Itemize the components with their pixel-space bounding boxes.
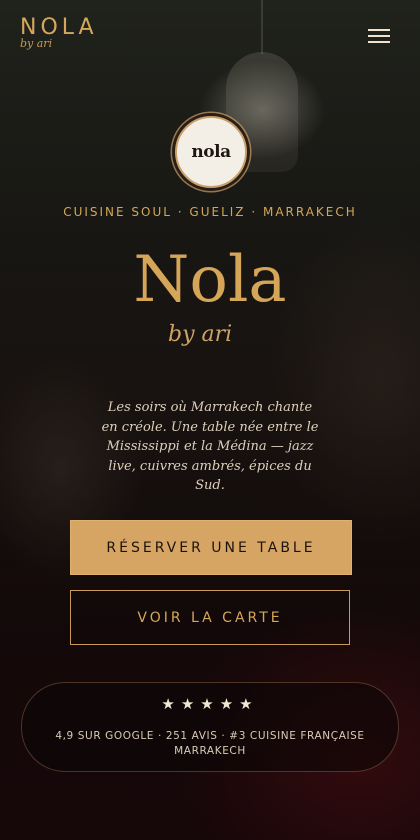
hero-title: Nola [133,243,287,317]
site-header: NOLA by ari [0,0,420,70]
hero-subtitle: by ari [168,322,233,347]
rating-card: ★★★★★ 4,9 SUR GOOGLE · 251 AVIS · #3 CUI… [21,682,399,772]
logo-tagline: by ari [20,37,53,50]
rating-line: 4,9 SUR GOOGLE · 251 AVIS · #3 CUISINE F… [55,730,365,742]
badge-text: nola [191,142,231,162]
nola-badge-logo: nola [175,116,247,188]
hamburger-menu-icon[interactable] [368,26,392,44]
hero-tagline: CUISINE SOUL · GUELIZ · MARRAKECH [63,205,357,219]
view-menu-button[interactable]: VOIR LA CARTE [70,590,350,645]
rating-location: MARRAKECH [174,745,246,757]
rating-summary: 4,9 SUR GOOGLE · 251 AVIS · #3 CUISINE F… [42,729,378,759]
star-rating-icon: ★★★★★ [161,695,259,713]
hero-intro: Les soirs où Marrakech chante en créole.… [101,400,319,493]
reserve-table-button[interactable]: RÉSERVER UNE TABLE [70,520,352,575]
